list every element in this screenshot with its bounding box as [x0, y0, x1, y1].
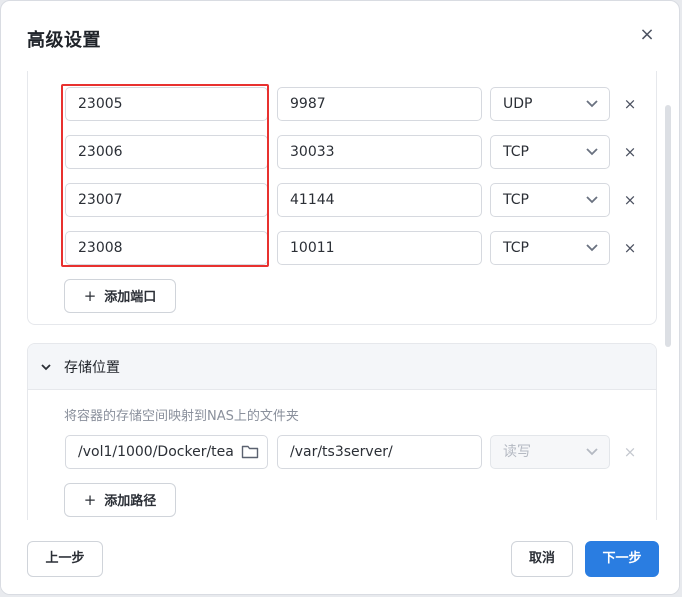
host-port-input[interactable]: 23007: [65, 183, 268, 217]
add-path-label: 添加路径: [104, 494, 157, 509]
protocol-value: TCP: [503, 144, 529, 160]
plus-icon: +: [83, 287, 97, 305]
container-port-input[interactable]: 9987: [277, 87, 482, 121]
add-port-button[interactable]: + 添加端口: [64, 279, 176, 313]
container-port-input[interactable]: 10011: [277, 231, 482, 265]
advanced-settings-dialog: 高级设置 × 23005 9987 UDP × 23006 30033 TCP …: [0, 0, 680, 595]
host-port-input[interactable]: 23008: [65, 231, 268, 265]
host-port-input[interactable]: 23006: [65, 135, 268, 169]
remove-port-icon[interactable]: ×: [622, 240, 638, 256]
chevron-down-icon: [41, 364, 51, 371]
folder-button[interactable]: [233, 436, 267, 468]
cancel-button[interactable]: 取消: [511, 541, 573, 577]
protocol-select[interactable]: TCP: [490, 135, 610, 169]
protocol-select[interactable]: TCP: [490, 183, 610, 217]
container-path-input[interactable]: /var/ts3server/: [277, 435, 482, 469]
chevron-down-icon: [586, 244, 598, 252]
protocol-select[interactable]: TCP: [490, 231, 610, 265]
protocol-select[interactable]: UDP: [490, 87, 610, 121]
remove-port-icon[interactable]: ×: [622, 192, 638, 208]
protocol-value: UDP: [503, 96, 533, 112]
previous-step-button[interactable]: 上一步: [27, 541, 103, 577]
protocol-value: TCP: [503, 240, 529, 256]
settings-scroll-area[interactable]: 23005 9987 UDP × 23006 30033 TCP × 23007…: [1, 71, 679, 520]
add-port-label: 添加端口: [104, 290, 157, 305]
dialog-footer: 上一步 取消 下一步: [1, 520, 679, 594]
permission-select[interactable]: 读写: [490, 435, 610, 469]
chevron-down-icon: [586, 196, 598, 204]
close-icon[interactable]: ×: [637, 25, 657, 45]
chevron-down-icon: [586, 448, 598, 456]
chevron-down-icon: [586, 100, 598, 108]
scrollbar[interactable]: [665, 105, 671, 347]
protocol-value: TCP: [503, 192, 529, 208]
remove-path-icon[interactable]: ×: [622, 444, 638, 460]
storage-section-header[interactable]: 存储位置: [28, 344, 656, 390]
remove-port-icon[interactable]: ×: [622, 144, 638, 160]
plus-icon: +: [83, 491, 97, 509]
chevron-down-icon: [586, 148, 598, 156]
storage-hint: 将容器的存储空间映射到NAS上的文件夹: [64, 409, 299, 424]
add-path-button[interactable]: + 添加路径: [64, 483, 176, 517]
next-step-button[interactable]: 下一步: [585, 541, 659, 577]
permission-value: 读写: [503, 444, 531, 460]
remove-port-icon[interactable]: ×: [622, 96, 638, 112]
folder-icon: [241, 445, 259, 459]
host-path-value: /vol1/1000/Docker/teams: [78, 444, 255, 460]
dialog-title: 高级设置: [27, 30, 101, 51]
container-port-input[interactable]: 30033: [277, 135, 482, 169]
host-port-input[interactable]: 23005: [65, 87, 268, 121]
container-port-input[interactable]: 41144: [277, 183, 482, 217]
storage-section-title: 存储位置: [64, 360, 120, 376]
